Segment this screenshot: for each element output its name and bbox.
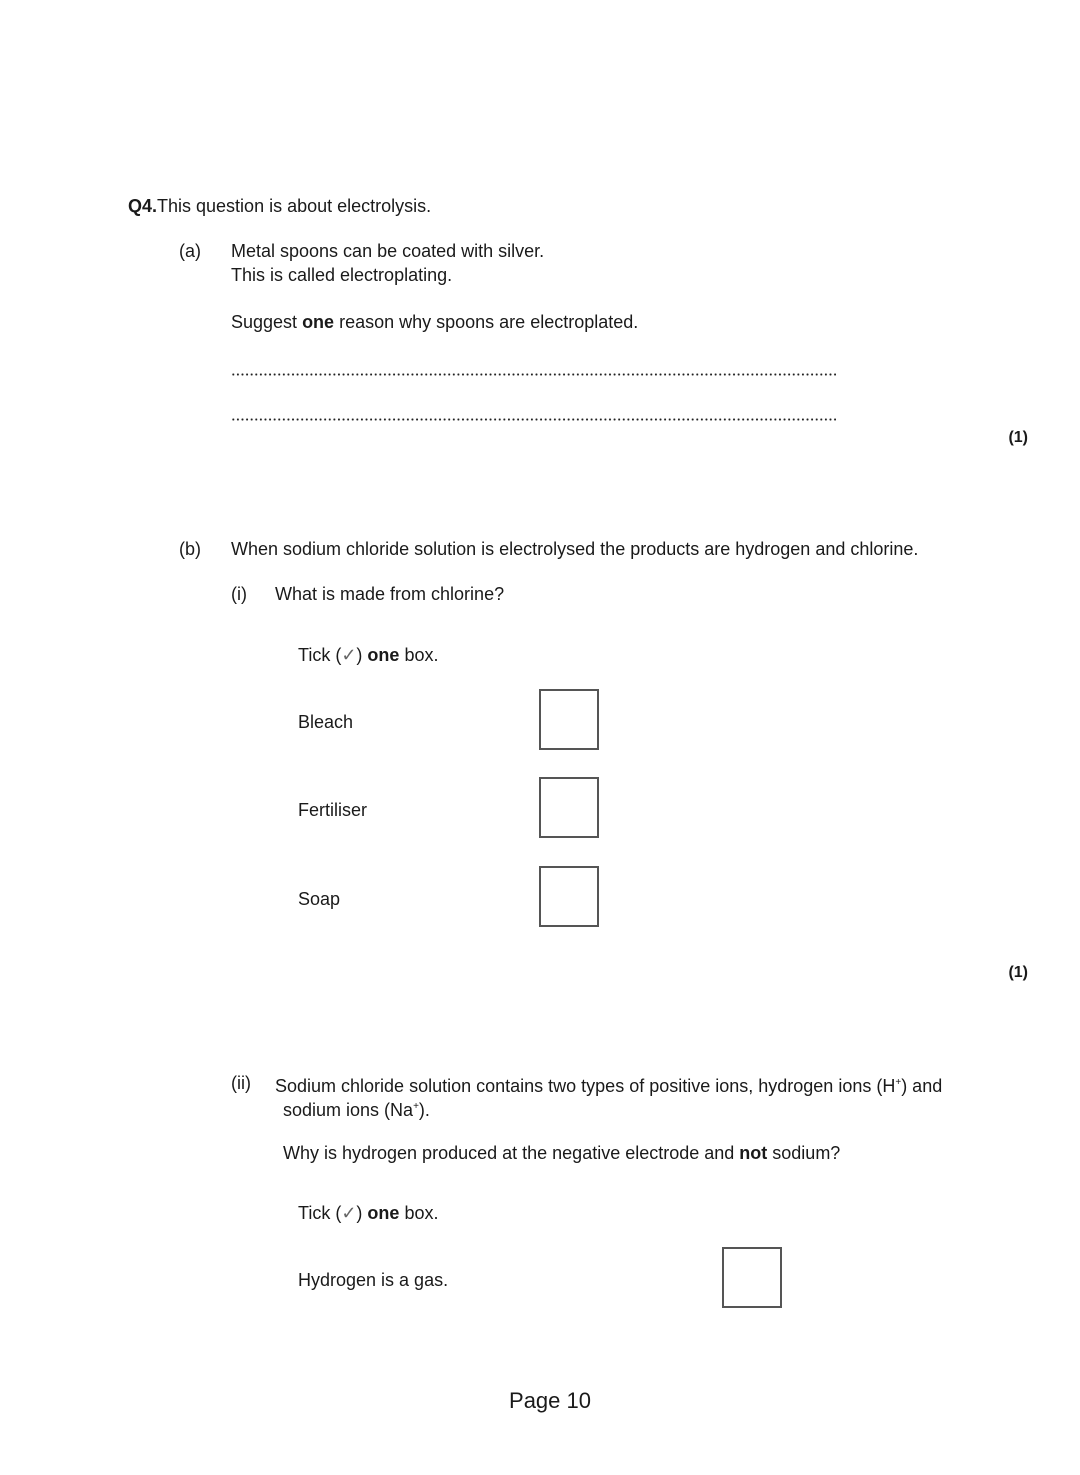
option-fertiliser-checkbox[interactable] [539, 777, 599, 838]
question-text: Why is hydrogen produced at the negative… [283, 1143, 740, 1163]
tick-icon: ✓ [341, 645, 357, 665]
prompt-text: reason why spoons are electroplated. [334, 312, 639, 332]
answer-line-2[interactable] [231, 418, 836, 421]
part-a-line2: This is called electroplating. [231, 265, 453, 285]
question-heading: Q4.This question is about electrolysis. [128, 195, 431, 217]
instruction-emphasis: one [367, 645, 400, 665]
sub-ii-label: (ii) [231, 1073, 251, 1093]
sub-ii-line1: Sodium chloride solution contains two ty… [275, 1072, 942, 1097]
option-fertiliser-label: Fertiliser [298, 800, 368, 820]
question-intro: This question is about electrolysis. [157, 196, 432, 216]
part-a-line1: Metal spoons can be coated with silver. [231, 241, 545, 261]
sub-i-marks: (1) [1008, 964, 1028, 981]
instruction-emphasis: one [367, 1203, 400, 1223]
page-number: Page 10 [509, 1388, 591, 1413]
instruction-text: Tick ( [298, 645, 342, 665]
instruction-text: Tick ( [298, 1203, 342, 1223]
part-b-label: (b) [179, 539, 201, 559]
instruction-text: box. [399, 1203, 439, 1223]
question-text: sodium? [767, 1143, 841, 1163]
stem-text: ). [418, 1100, 430, 1120]
sub-ii-instruction: Tick (✓) one box. [298, 1202, 438, 1224]
prompt-emphasis: one [302, 312, 335, 332]
prompt-text: Suggest [231, 312, 303, 332]
instruction-text: ) [356, 645, 368, 665]
part-a-marks: (1) [1008, 429, 1028, 446]
part-a-prompt: Suggest one reason why spoons are electr… [231, 311, 638, 333]
answer-line-1[interactable] [231, 373, 836, 376]
option-bleach-label: Bleach [298, 712, 354, 732]
option-soap-checkbox[interactable] [539, 866, 599, 927]
question-number: Q4. [128, 196, 158, 216]
instruction-text: ) [356, 1203, 368, 1223]
tick-icon: ✓ [341, 1203, 357, 1223]
stem-text: sodium ions (Na [283, 1100, 414, 1120]
option-bleach-checkbox[interactable] [539, 689, 599, 750]
instruction-text: box. [399, 645, 439, 665]
sub-i-label: (i) [231, 584, 247, 604]
sub-ii-question: Why is hydrogen produced at the negative… [283, 1142, 840, 1164]
sub-i-instruction: Tick (✓) one box. [298, 644, 438, 666]
option-soap-label: Soap [298, 889, 341, 909]
option-hydrogen-gas-label: Hydrogen is a gas. [298, 1270, 449, 1290]
part-b-stem: When sodium chloride solution is electro… [231, 539, 919, 559]
stem-text: Sodium chloride solution contains two ty… [275, 1076, 896, 1096]
stem-text: ) and [901, 1076, 943, 1096]
part-a-label: (a) [179, 241, 201, 261]
option-hydrogen-gas-checkbox[interactable] [722, 1247, 782, 1308]
question-emphasis: not [739, 1143, 768, 1163]
sub-i-question: What is made from chlorine? [275, 584, 505, 604]
sub-ii-line2: sodium ions (Na+). [283, 1096, 430, 1121]
